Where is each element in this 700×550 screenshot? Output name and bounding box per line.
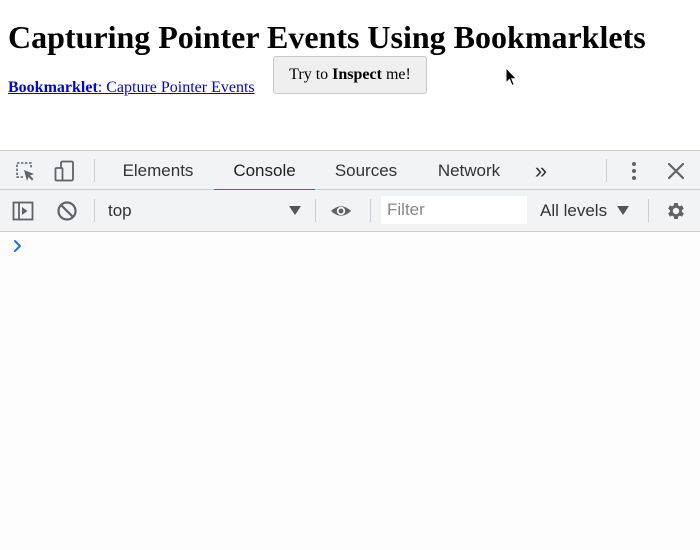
inspect-me-button[interactable]: Try to Inspect me! <box>273 56 427 94</box>
clear-console-icon[interactable] <box>56 200 78 222</box>
show-sidebar-icon[interactable] <box>12 200 34 222</box>
page-title: Capturing Pointer Events Using Bookmarkl… <box>8 19 646 55</box>
bookmarklet-label: Bookmarklet <box>8 79 98 96</box>
close-icon[interactable] <box>665 160 687 182</box>
tab-sources[interactable]: Sources <box>320 151 412 190</box>
toolbar-divider <box>315 199 316 222</box>
device-toolbar-icon[interactable] <box>54 160 76 182</box>
console-toolbar: top All levels <box>0 190 700 232</box>
filter-input[interactable] <box>381 196 527 224</box>
levels-dropdown-arrow-icon[interactable] <box>617 206 629 215</box>
web-page: Capturing Pointer Events Using Bookmarkl… <box>0 0 700 150</box>
kebab-menu-icon[interactable] <box>623 160 645 182</box>
console-prompt-chevron-icon[interactable] <box>12 239 24 253</box>
more-tabs-button[interactable]: » <box>526 151 556 190</box>
inspect-button-pre: Try to <box>289 66 333 83</box>
toolbar-divider <box>94 199 95 222</box>
devtools-tab-bar: Elements Console Sources Network » <box>0 150 700 191</box>
mouse-cursor-icon <box>505 67 518 87</box>
element-picker-icon[interactable] <box>14 160 36 182</box>
devtools-panel: Elements Console Sources Network » top F… <box>0 150 700 550</box>
live-expression-icon[interactable] <box>330 200 352 222</box>
bookmarklet-link[interactable]: Bookmarklet: Capture Pointer Events <box>8 79 255 97</box>
tab-network[interactable]: Network <box>420 151 518 190</box>
inspect-button-bold: Inspect <box>332 66 382 83</box>
toolbar-divider <box>606 159 607 182</box>
bookmarklet-link-text: : Capture Pointer Events <box>97 79 255 96</box>
log-levels-dropdown[interactable]: All levels <box>540 190 607 231</box>
tab-console[interactable]: Console <box>214 151 315 191</box>
inspect-button-post: me! <box>381 66 411 83</box>
context-dropdown-arrow-icon[interactable] <box>289 206 301 215</box>
toolbar-divider <box>370 199 371 222</box>
tab-elements[interactable]: Elements <box>108 151 208 190</box>
context-selector[interactable]: top <box>108 190 132 231</box>
toolbar-divider <box>648 199 649 222</box>
gear-icon[interactable] <box>665 200 687 222</box>
toolbar-divider <box>94 159 95 182</box>
